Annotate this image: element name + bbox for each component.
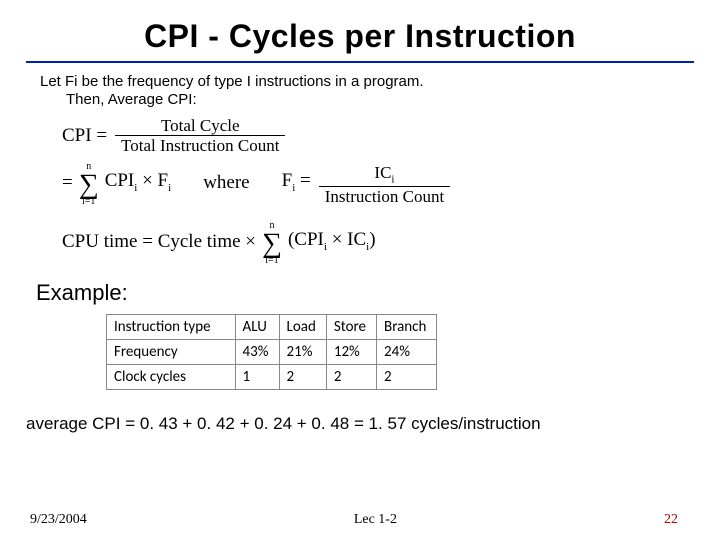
sub-i-4: i — [391, 173, 394, 185]
fraction-ic: ICi Instruction Count — [319, 164, 450, 205]
intro-line-2: Then, Average CPI: — [40, 91, 680, 109]
footer-date: 9/23/2004 — [30, 512, 87, 528]
table-row: Clock cycles 1 2 2 2 — [107, 365, 437, 390]
th-2: Load — [279, 315, 326, 340]
title-rule — [26, 61, 694, 63]
r0-c2: 12% — [326, 340, 376, 365]
r0-label: Frequency — [107, 340, 236, 365]
frac-num: Total Cycle — [115, 117, 285, 136]
answer-line: average CPI = 0. 43 + 0. 42 + 0. 24 + 0.… — [26, 414, 690, 434]
eq-sign: = — [58, 173, 77, 192]
f-eq-sign: = — [295, 170, 310, 191]
sum-term: CPIi × Fi — [101, 171, 176, 194]
sigma-1: n ∑ i=1 — [79, 162, 99, 207]
r0-c1: 21% — [279, 340, 326, 365]
cpi-eq-text: CPI = — [58, 126, 111, 145]
intro-text: Let Fi be the frequency of type I instru… — [40, 73, 680, 109]
r1-c2: 2 — [326, 365, 376, 390]
slide-title: CPI - Cycles per Instruction — [30, 18, 690, 55]
sigma-2: n ∑ i=1 — [262, 221, 282, 266]
r1-c3: 2 — [377, 365, 437, 390]
r0-c0: 43% — [235, 340, 279, 365]
th-1: ALU — [235, 315, 279, 340]
table-header-row: Instruction type ALU Load Store Branch — [107, 315, 437, 340]
cputime-text: CPU time = Cycle time × — [58, 232, 260, 251]
paren-l: (CPI — [288, 229, 324, 250]
sub-i-2: i — [168, 182, 171, 194]
footer-page: 22 — [664, 512, 678, 528]
sigma-bot: i=1 — [82, 197, 95, 207]
example-table: Instruction type ALU Load Store Branch F… — [106, 314, 437, 390]
th-0: Instruction type — [107, 315, 236, 340]
f-eq: Fi = — [278, 171, 315, 194]
frac2-den: Instruction Count — [319, 187, 450, 205]
th-4: Branch — [377, 315, 437, 340]
r1-c0: 1 — [235, 365, 279, 390]
slide-footer: 9/23/2004 Lec 1-2 22 — [30, 512, 690, 528]
frac2-num: ICi — [319, 164, 450, 187]
r0-c3: 24% — [377, 340, 437, 365]
sigma2-symbol: ∑ — [262, 231, 282, 256]
footer-center: Lec 1-2 — [354, 512, 397, 528]
r1-label: Clock cycles — [107, 365, 236, 390]
sigma-symbol: ∑ — [79, 172, 99, 197]
intro-line-1: Let Fi be the frequency of type I instru… — [40, 73, 680, 91]
paren-mid: × IC — [327, 229, 366, 250]
f-letter: F — [282, 170, 293, 191]
ic-text: IC — [374, 163, 391, 182]
example-table-wrap: Instruction type ALU Load Store Branch F… — [106, 314, 690, 390]
paren-r: ) — [369, 229, 375, 250]
paren-term: (CPIi × ICi) — [284, 230, 380, 253]
table-row: Frequency 43% 21% 12% 24% — [107, 340, 437, 365]
formula-block: CPI = Total Cycle Total Instruction Coun… — [58, 117, 690, 266]
fraction-total: Total Cycle Total Instruction Count — [115, 117, 285, 154]
frac-den: Total Instruction Count — [115, 136, 285, 154]
formula-cputime-row: CPU time = Cycle time × n ∑ i=1 (CPIi × … — [58, 221, 690, 266]
where-text: where — [199, 173, 253, 192]
cpi-text: CPI — [105, 170, 135, 191]
times-f: × F — [137, 170, 168, 191]
example-label: Example: — [36, 280, 690, 306]
sigma2-bot: i=1 — [265, 256, 278, 266]
formula-sum-row: = n ∑ i=1 CPIi × Fi where Fi = ICi Instr… — [58, 162, 690, 207]
formula-cpi-fraction: CPI = Total Cycle Total Instruction Coun… — [58, 117, 690, 154]
r1-c1: 2 — [279, 365, 326, 390]
th-3: Store — [326, 315, 376, 340]
